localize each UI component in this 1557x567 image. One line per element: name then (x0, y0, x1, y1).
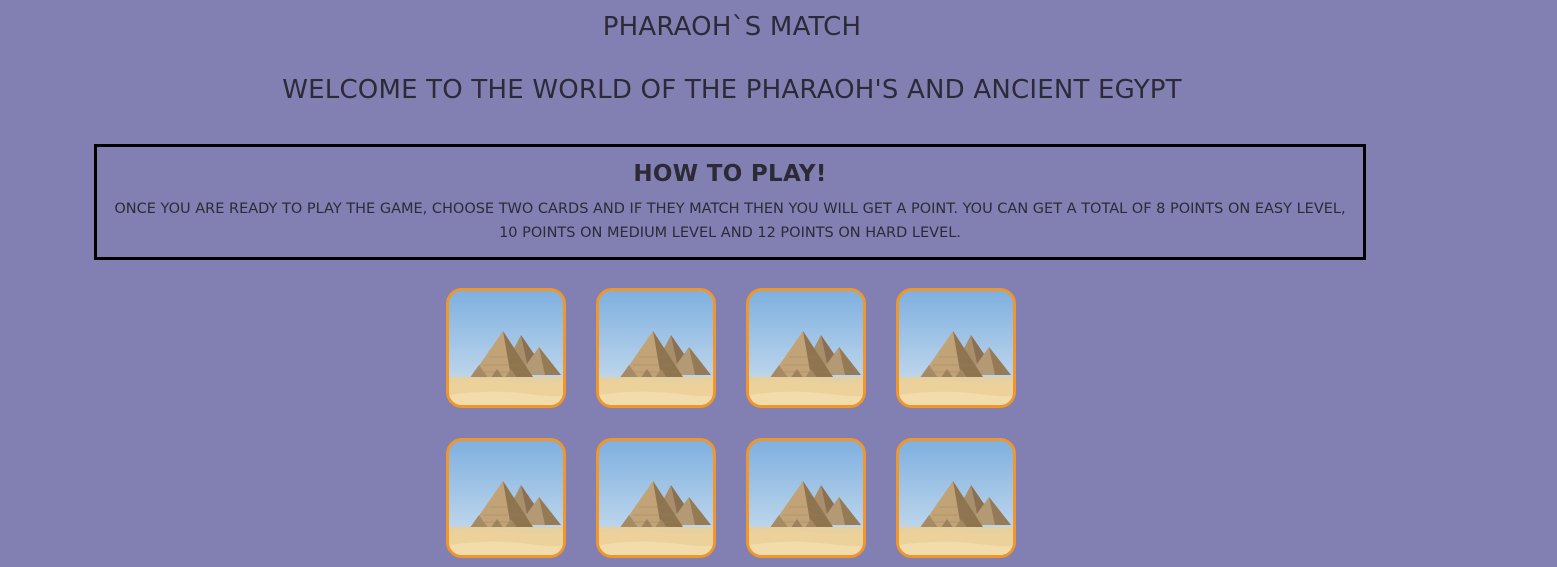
game-title: PHARAOH`S MATCH (602, 12, 862, 42)
memory-card[interactable] (596, 288, 716, 408)
pyramids-icon (599, 291, 713, 405)
pyramids-icon (749, 441, 863, 555)
memory-card[interactable] (896, 288, 1016, 408)
memory-card[interactable] (446, 288, 566, 408)
memory-card[interactable] (896, 438, 1016, 558)
pyramids-icon (749, 291, 863, 405)
how-to-play-title: HOW TO PLAY! (633, 161, 827, 187)
pyramids-icon (899, 291, 1013, 405)
memory-card[interactable] (446, 438, 566, 558)
memory-card[interactable] (596, 438, 716, 558)
pyramids-icon (599, 441, 713, 555)
welcome-heading: WELCOME TO THE WORLD OF THE PHARAOH'S AN… (282, 75, 1182, 105)
how-to-play-panel: HOW TO PLAY! ONCE YOU ARE READY TO PLAY … (94, 144, 1366, 260)
pyramids-icon (449, 441, 563, 555)
pyramids-icon (449, 291, 563, 405)
memory-card[interactable] (746, 438, 866, 558)
how-to-play-text: ONCE YOU ARE READY TO PLAY THE GAME, CHO… (114, 201, 1346, 241)
pyramids-icon (899, 441, 1013, 555)
memory-card[interactable] (746, 288, 866, 408)
